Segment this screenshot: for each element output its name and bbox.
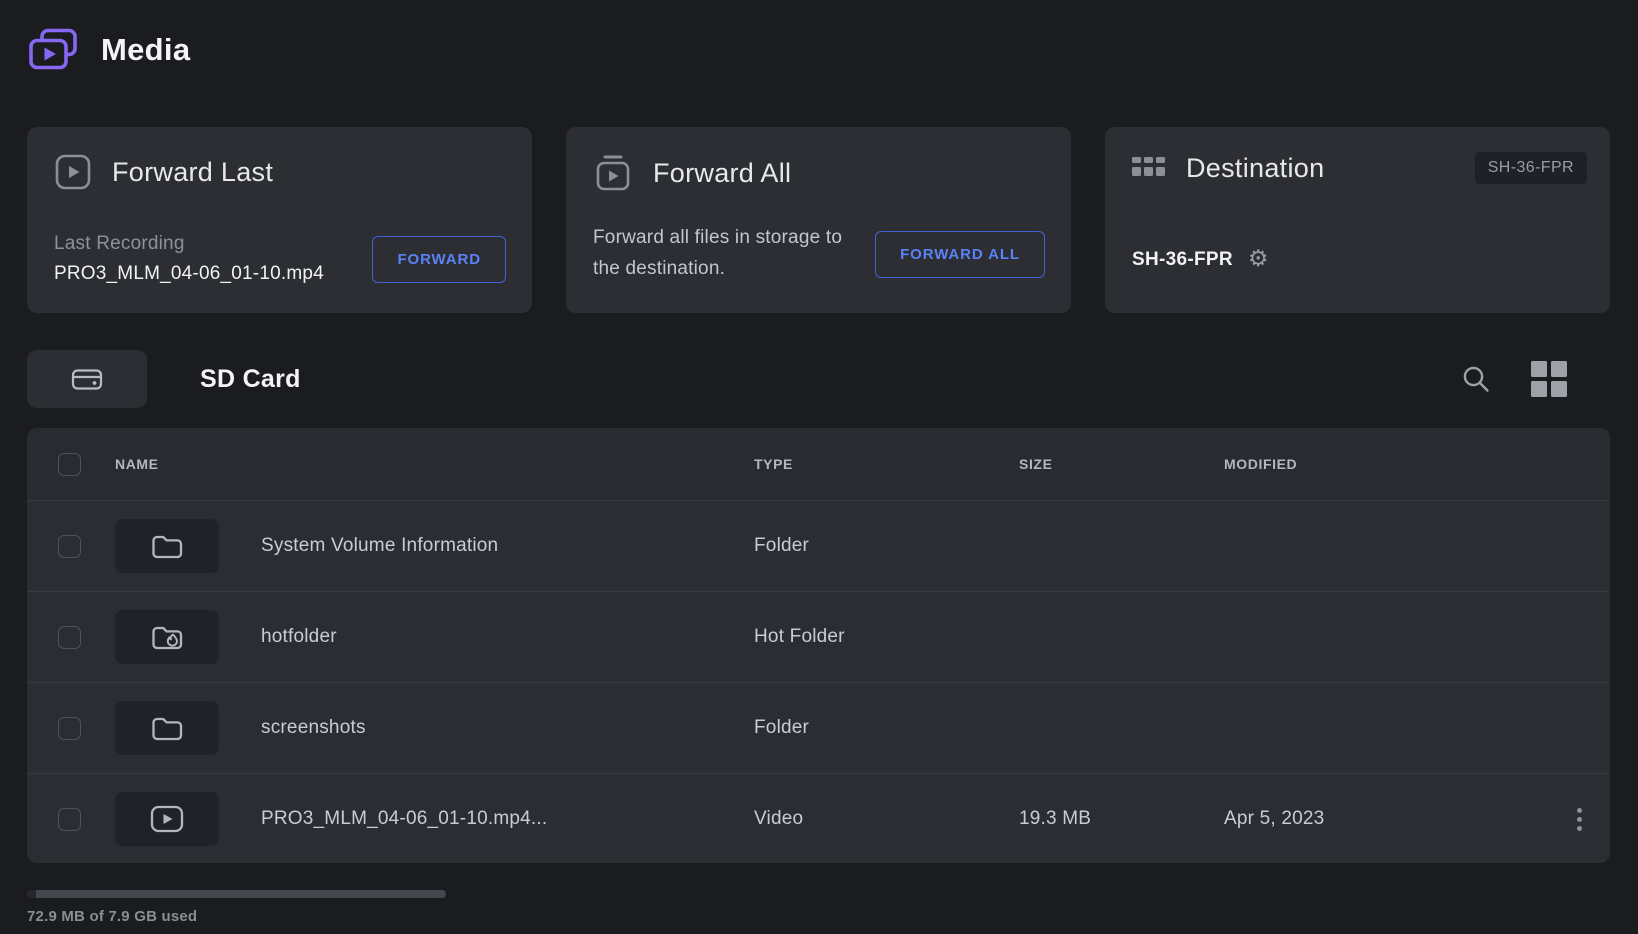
row-type: Folder [754, 535, 1019, 557]
table-row[interactable]: PRO3_MLM_04-06_01-10.mp4... Video 19.3 M… [27, 773, 1610, 863]
sd-card-icon [71, 367, 103, 392]
app-header: Media [27, 26, 190, 74]
table-row[interactable]: System Volume Information Folder [27, 500, 1610, 591]
row-name: PRO3_MLM_04-06_01-10.mp4... [261, 808, 547, 830]
row-thumbnail [115, 610, 219, 664]
row-thumbnail [115, 701, 219, 755]
media-logo-icon [27, 26, 79, 74]
storage-bar: SD Card [27, 350, 1610, 408]
destination-badge: SH-36-FPR [1475, 152, 1587, 184]
forward-button[interactable]: FORWARD [372, 236, 506, 283]
row-size: 19.3 MB [1019, 808, 1224, 830]
page-title: Media [101, 32, 190, 68]
destination-card: Destination SH-36-FPR SH-36-FPR ⚙ [1105, 127, 1610, 313]
last-recording-label: Last Recording [54, 233, 324, 255]
row-name: System Volume Information [261, 535, 498, 557]
file-table: NAME TYPE SIZE MODIFIED System Volume In… [27, 428, 1610, 863]
grid-view-icon[interactable] [1531, 361, 1567, 397]
forward-last-title: Forward Last [112, 157, 273, 188]
row-checkbox[interactable] [58, 717, 81, 740]
forward-all-card: Forward All Forward all files in storage… [566, 127, 1071, 313]
row-name: hotfolder [261, 626, 337, 648]
table-row[interactable]: hotfolder Hot Folder [27, 591, 1610, 682]
forward-last-card: Forward Last Last Recording PRO3_MLM_04-… [27, 127, 532, 313]
folder-icon [151, 533, 183, 559]
column-header-type: TYPE [754, 456, 1019, 472]
row-modified: Apr 5, 2023 [1224, 808, 1548, 830]
destination-value: SH-36-FPR [1132, 249, 1233, 271]
row-checkbox[interactable] [58, 808, 81, 831]
sd-card-button[interactable] [27, 350, 147, 408]
forward-last-icon [54, 153, 92, 191]
horizontal-scrollbar[interactable] [27, 890, 446, 898]
row-thumbnail [115, 519, 219, 573]
row-name: screenshots [261, 717, 366, 739]
table-header: NAME TYPE SIZE MODIFIED [27, 428, 1610, 500]
hot-folder-icon [151, 624, 183, 651]
storage-title: SD Card [200, 365, 301, 394]
row-type: Folder [754, 717, 1019, 739]
row-type: Video [754, 808, 1019, 830]
gear-icon[interactable]: ⚙ [1248, 248, 1269, 271]
video-icon [150, 805, 184, 833]
kebab-menu-icon[interactable] [1571, 802, 1588, 837]
column-header-size: SIZE [1019, 456, 1224, 472]
column-header-name: NAME [115, 456, 754, 472]
row-type: Hot Folder [754, 626, 1019, 648]
forward-all-title: Forward All [653, 158, 791, 189]
folder-icon [151, 715, 183, 741]
forward-all-icon [593, 153, 633, 193]
row-checkbox[interactable] [58, 535, 81, 558]
destination-title: Destination [1186, 153, 1324, 184]
table-row[interactable]: screenshots Folder [27, 682, 1610, 773]
search-icon[interactable] [1461, 364, 1491, 394]
column-header-modified: MODIFIED [1224, 456, 1548, 472]
storage-usage-text: 72.9 MB of 7.9 GB used [27, 908, 197, 925]
destination-grid-icon [1132, 157, 1166, 181]
forward-all-button[interactable]: FORWARD ALL [875, 231, 1045, 278]
row-checkbox[interactable] [58, 626, 81, 649]
table-body: System Volume Information Folder hotfold… [27, 500, 1610, 863]
cards-row: Forward Last Last Recording PRO3_MLM_04-… [27, 127, 1610, 313]
forward-all-description: Forward all files in storage to the dest… [593, 223, 871, 285]
last-recording-filename: PRO3_MLM_04-06_01-10.mp4 [54, 263, 324, 285]
select-all-checkbox[interactable] [58, 453, 81, 476]
row-thumbnail [115, 792, 219, 846]
